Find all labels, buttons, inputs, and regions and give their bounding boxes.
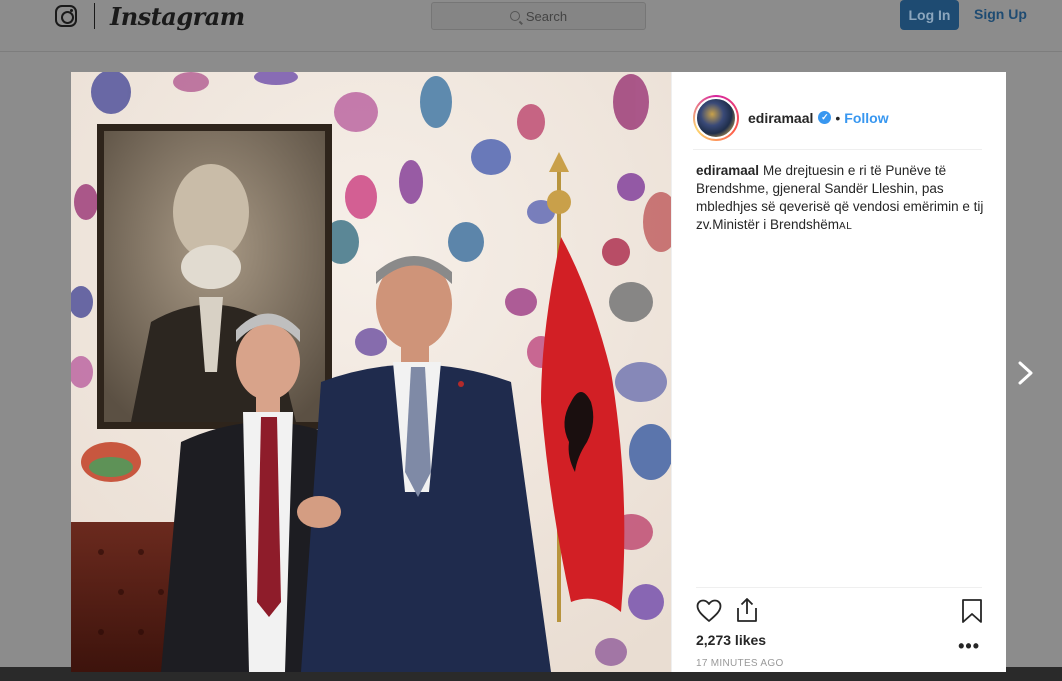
instagram-wordmark[interactable]: Instagram: [110, 2, 245, 31]
follow-separator: •: [835, 109, 841, 126]
heart-icon[interactable]: [696, 599, 722, 623]
actions-divider: [696, 587, 982, 588]
post-sidebar: ediramaal ✓ • Follow ediramaal Me drejtue…: [671, 72, 1006, 672]
likes-count[interactable]: 2,273 likes: [696, 632, 766, 648]
search-icon: [509, 11, 520, 21]
photo-illustration: [71, 72, 671, 672]
post-photo[interactable]: [71, 72, 671, 672]
post-modal: ediramaal ✓ • Follow ediramaal Me drejtue…: [71, 72, 1006, 672]
follow-button[interactable]: Follow: [844, 110, 888, 126]
post-timestamp[interactable]: 17 MINUTES AGO: [696, 658, 784, 669]
post-username[interactable]: ediramaal: [748, 110, 813, 126]
share-icon[interactable]: [735, 597, 759, 623]
chevron-right-icon[interactable]: [1016, 360, 1036, 386]
avatar-image: [695, 96, 737, 139]
caption-tail: AL: [839, 221, 853, 232]
bookmark-icon[interactable]: [961, 598, 983, 624]
instagram-camera-icon[interactable]: [55, 5, 77, 27]
search-placeholder: Search: [525, 8, 568, 24]
top-navigation: Instagram Search Log In Sign Up: [0, 0, 1062, 52]
login-button[interactable]: Log In: [900, 0, 959, 30]
more-options-button[interactable]: •••: [958, 636, 980, 657]
post-caption: ediramaal Me drejtuesin e ri të Punëve të…: [696, 162, 986, 236]
avatar[interactable]: [693, 94, 739, 141]
caption-username[interactable]: ediramaal: [696, 163, 759, 178]
post-header: ediramaal ✓ • Follow: [693, 86, 982, 150]
signup-link[interactable]: Sign Up: [974, 6, 1027, 22]
search-input[interactable]: Search: [431, 2, 646, 30]
verified-badge-icon: ✓: [818, 111, 832, 124]
logo-divider: [94, 3, 95, 29]
